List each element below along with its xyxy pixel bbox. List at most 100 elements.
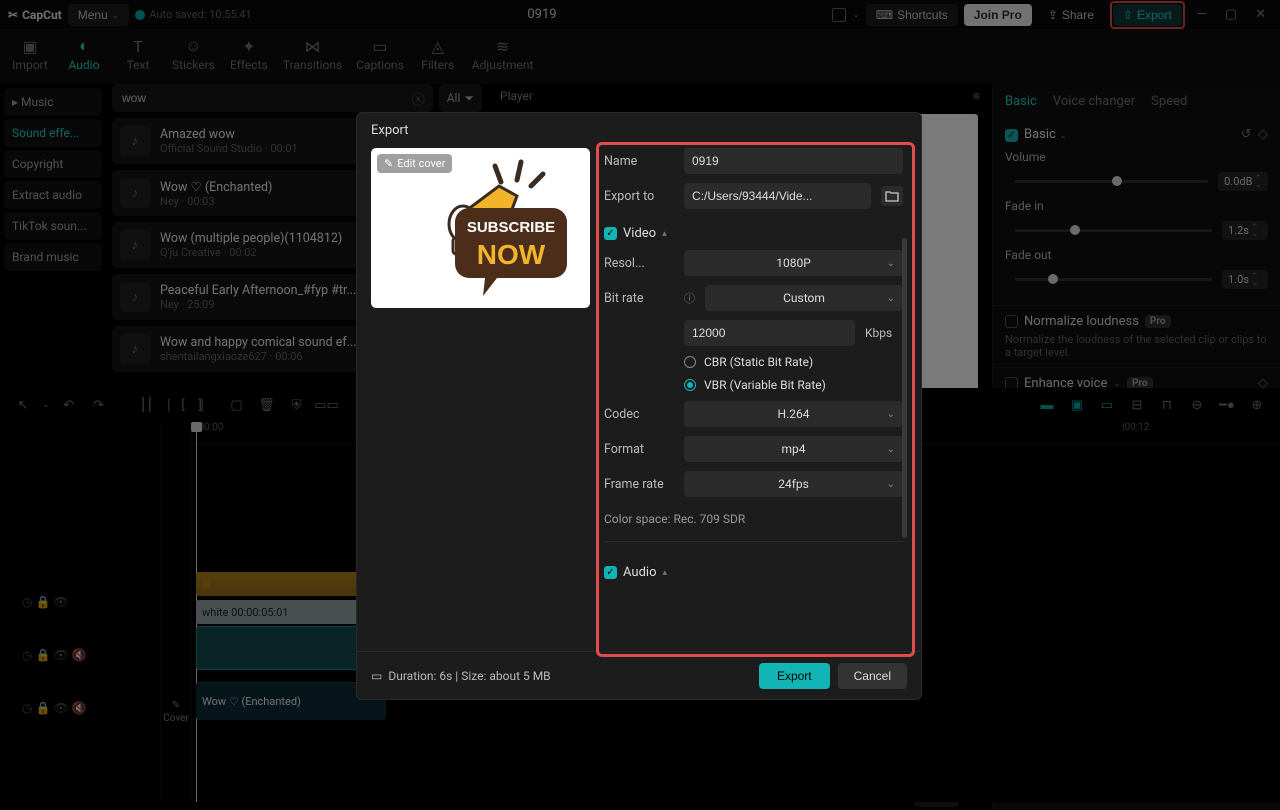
export-title: Export bbox=[357, 113, 921, 148]
document-title[interactable]: 0919 bbox=[527, 7, 556, 22]
player-menu-icon[interactable]: ≡ bbox=[973, 89, 980, 103]
trim-left-icon[interactable]: ⎸[ bbox=[166, 394, 188, 416]
bitrate-dropdown[interactable]: Custom⌄ bbox=[705, 285, 903, 311]
ribbon-text[interactable]: TText bbox=[118, 36, 158, 72]
menu-button[interactable]: Menu ⌄ bbox=[68, 4, 130, 26]
framerate-dropdown[interactable]: 24fps⌄ bbox=[684, 471, 903, 497]
ribbon-effects[interactable]: ✦Effects bbox=[229, 36, 269, 72]
track-controls[interactable]: ◷ 🔒 👁 🔇 bbox=[0, 624, 160, 686]
undo-icon[interactable]: ↶ bbox=[58, 394, 80, 416]
crop-icon[interactable]: ▢ bbox=[226, 394, 248, 416]
marker2-icon[interactable]: ▣ bbox=[1066, 394, 1088, 416]
fadeout-slider[interactable] bbox=[1015, 278, 1212, 281]
sidebar-copyright[interactable]: Copyright bbox=[4, 150, 102, 178]
align-icon[interactable]: ⊟ bbox=[1126, 394, 1148, 416]
delete-icon[interactable]: 🗑 bbox=[256, 394, 278, 416]
bitrate-unit: Kbps bbox=[865, 326, 903, 340]
fadeout-label: Fade out bbox=[1005, 248, 1051, 262]
keyframe-icon[interactable]: ◇ bbox=[1258, 127, 1268, 142]
volume-value[interactable]: 0.0dB⌃⌄ bbox=[1218, 172, 1268, 191]
player-title: Player bbox=[500, 89, 533, 103]
redo-icon[interactable]: ↷ bbox=[88, 394, 110, 416]
sidebar-extract-audio[interactable]: Extract audio bbox=[4, 181, 102, 209]
ribbon-adjustment[interactable]: ≋Adjustment bbox=[472, 36, 534, 72]
name-input[interactable] bbox=[684, 148, 903, 174]
svg-text:SUBSCRIBE: SUBSCRIBE bbox=[466, 219, 554, 236]
track-controls[interactable]: ◷ 🔒 👁 🔇 bbox=[0, 686, 160, 730]
fadein-slider[interactable] bbox=[1015, 229, 1212, 232]
normalize-checkbox[interactable] bbox=[1005, 315, 1018, 328]
export-top-button[interactable]: ⇧ Export bbox=[1113, 4, 1182, 26]
marker1-icon[interactable]: ▬ bbox=[1036, 394, 1058, 416]
aspect-caret[interactable]: ⌄ bbox=[852, 12, 860, 18]
reset-icon[interactable]: ↺ bbox=[1241, 127, 1252, 142]
codec-dropdown[interactable]: H.264⌄ bbox=[684, 401, 903, 427]
format-dropdown[interactable]: mp4⌄ bbox=[684, 436, 903, 462]
sidebar-tiktok-sounds[interactable]: TikTok soun... bbox=[4, 212, 102, 240]
track-controls[interactable]: ◷ 🔒 👁 bbox=[0, 580, 160, 624]
ribbon-transitions[interactable]: ⋈Transitions bbox=[283, 36, 342, 72]
tab-voice-changer[interactable]: Voice changer bbox=[1053, 94, 1135, 109]
filter-all[interactable]: All ⏷ bbox=[439, 84, 482, 112]
export-cancel-button[interactable]: Cancel bbox=[838, 663, 907, 689]
ribbon-captions[interactable]: ▭Captions bbox=[356, 36, 404, 72]
sidebar-brand-music[interactable]: Brand music bbox=[4, 243, 102, 271]
zoom-slider-icon[interactable]: ━● bbox=[1216, 394, 1238, 416]
window-close[interactable]: ✕ bbox=[1249, 5, 1272, 24]
window-maximize[interactable]: ▢ bbox=[1219, 5, 1243, 24]
normalize-desc: Normalize the loudness of the selected c… bbox=[1005, 333, 1268, 359]
ribbon-audio[interactable]: ◐Audio bbox=[64, 36, 104, 72]
tab-basic[interactable]: Basic bbox=[1005, 94, 1037, 109]
sidebar-music[interactable]: ▸ Music bbox=[4, 88, 102, 116]
ribbon-import[interactable]: ▣Import bbox=[10, 36, 50, 72]
app-logo: ✂ CapCut bbox=[8, 8, 62, 22]
framerate-label: Frame rate bbox=[604, 477, 674, 492]
zoom-out-icon[interactable]: ⊖ bbox=[1186, 394, 1208, 416]
basic-checkbox[interactable]: ✓ bbox=[1005, 129, 1018, 142]
music-note-icon: ♪ bbox=[120, 230, 150, 260]
name-label: Name bbox=[604, 154, 674, 169]
ribbon-stickers[interactable]: ☺Stickers bbox=[172, 36, 215, 72]
join-pro-button[interactable]: Join Pro bbox=[964, 4, 1032, 26]
volume-slider[interactable] bbox=[1015, 180, 1208, 183]
audio-section[interactable]: ✓Audio ▴ bbox=[604, 565, 903, 580]
clear-search-icon[interactable]: ⓧ bbox=[412, 89, 425, 108]
share-button[interactable]: ⇪ Share bbox=[1038, 4, 1104, 26]
fadein-label: Fade in bbox=[1005, 199, 1044, 213]
ribbon-filters[interactable]: ◬Filters bbox=[418, 36, 458, 72]
marker3-icon[interactable]: ▭ bbox=[1096, 394, 1118, 416]
bitrate-label: Bit rate bbox=[604, 291, 674, 306]
browse-folder-icon[interactable] bbox=[881, 186, 903, 206]
cover-button[interactable]: ✎Cover bbox=[160, 422, 192, 802]
resolution-label: Resol... bbox=[604, 256, 674, 271]
cursor-tool[interactable]: ↖ bbox=[12, 394, 34, 416]
video-section[interactable]: ✓Video ▴ bbox=[604, 226, 903, 241]
resolution-dropdown[interactable]: 1080P⌄ bbox=[684, 250, 903, 276]
shield-icon[interactable]: ⛨ bbox=[286, 394, 308, 416]
zoom-in-icon[interactable]: ⊕ bbox=[1246, 394, 1268, 416]
fadein-value[interactable]: 1.2s⌃⌄ bbox=[1222, 221, 1268, 240]
music-note-icon: ♪ bbox=[120, 334, 150, 364]
search-input[interactable]: ⓧ bbox=[112, 84, 433, 112]
bitrate-input[interactable] bbox=[684, 320, 855, 346]
section-basic-title: Basic bbox=[1024, 127, 1056, 142]
fadeout-value[interactable]: 1.0s⌃⌄ bbox=[1222, 270, 1268, 289]
export-confirm-button[interactable]: Export bbox=[759, 663, 830, 689]
sidebar-sound-effects[interactable]: Sound effe... bbox=[4, 119, 102, 147]
group-icon[interactable]: ▭▭ bbox=[316, 394, 338, 416]
aspect-icon[interactable] bbox=[832, 8, 846, 22]
magnet-icon[interactable]: ⊓ bbox=[1156, 394, 1178, 416]
edit-cover-button[interactable]: ✎ Edit cover bbox=[377, 154, 452, 173]
shortcuts-button[interactable]: ⌨ Shortcuts bbox=[866, 4, 958, 26]
info-icon[interactable]: ⓘ bbox=[684, 290, 695, 306]
vbr-radio[interactable]: VBR (Variable Bit Rate) bbox=[684, 378, 903, 392]
dialog-scrollbar[interactable] bbox=[902, 238, 907, 538]
export-path-input[interactable] bbox=[684, 183, 871, 209]
trim-right-icon[interactable]: ]⎸ bbox=[196, 394, 218, 416]
autosave-status: Auto saved: 10:55:41 bbox=[135, 8, 251, 21]
svg-text:NOW: NOW bbox=[476, 239, 545, 270]
cbr-radio[interactable]: CBR (Static Bit Rate) bbox=[684, 355, 903, 369]
tab-speed[interactable]: Speed bbox=[1151, 94, 1187, 109]
window-minimize[interactable]: — bbox=[1191, 5, 1213, 24]
split-icon[interactable]: ⎮⎮ bbox=[136, 394, 158, 416]
